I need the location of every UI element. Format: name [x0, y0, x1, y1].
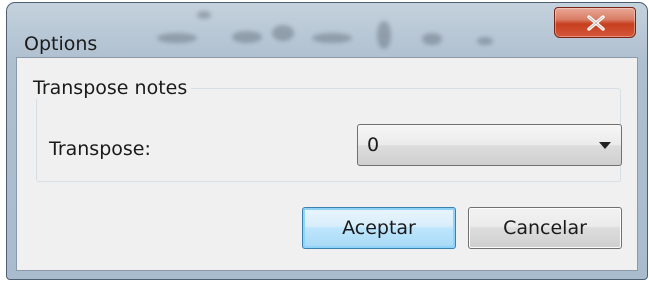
window-title: Options	[24, 33, 98, 55]
transpose-selected-value: 0	[367, 134, 380, 156]
chevron-down-icon	[599, 142, 611, 149]
groupbox-title: Transpose notes	[29, 77, 192, 99]
cancel-button[interactable]: Cancelar	[468, 207, 622, 249]
options-dialog: Options Transpose notes Transpose: 0 Ace…	[6, 2, 648, 280]
titlebar-texture	[312, 33, 352, 43]
titlebar-texture	[272, 25, 294, 41]
dialog-content: Transpose notes Transpose: 0 Aceptar Can…	[16, 57, 638, 271]
close-icon	[587, 15, 605, 31]
titlebar-texture	[422, 33, 442, 45]
titlebar-texture	[232, 31, 262, 43]
titlebar-texture	[477, 37, 493, 45]
transpose-dropdown[interactable]: 0	[357, 124, 622, 166]
transpose-label: Transpose:	[49, 138, 151, 160]
titlebar-texture	[377, 21, 391, 49]
accept-button[interactable]: Aceptar	[302, 207, 456, 249]
title-bar[interactable]: Options	[7, 3, 647, 63]
titlebar-texture	[197, 11, 211, 19]
close-button[interactable]	[554, 7, 636, 38]
titlebar-texture	[157, 33, 197, 43]
